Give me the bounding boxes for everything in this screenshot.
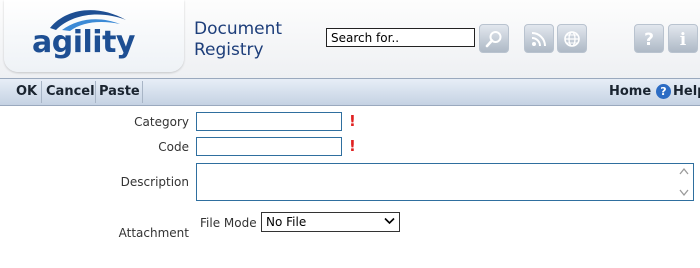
search-button[interactable] (479, 24, 509, 53)
info-icon: i (680, 30, 687, 49)
page-title: Document Registry (194, 19, 282, 61)
help-icon[interactable]: ? (656, 84, 671, 99)
file-mode-label: File Mode (200, 216, 257, 230)
help-question-button[interactable]: ? (634, 24, 664, 53)
app-header: agility Document Registry ? (0, 0, 700, 78)
required-indicator: ! (349, 137, 356, 155)
svg-text:?: ? (644, 30, 654, 49)
page-title-line1: Document (194, 19, 283, 39)
category-input[interactable] (196, 112, 342, 131)
description-label: Description (120, 175, 189, 189)
home-link[interactable]: Home (609, 79, 651, 105)
paste-button[interactable]: Paste (99, 79, 140, 105)
info-button[interactable]: i (668, 24, 698, 53)
page-title-line2: Registry (194, 40, 264, 60)
rss-icon (531, 31, 546, 46)
svg-text:i: i (680, 30, 687, 49)
help-link[interactable]: Help (673, 79, 700, 105)
code-label: Code (158, 140, 189, 154)
category-label: Category (134, 115, 189, 129)
ok-button[interactable]: OK (16, 79, 37, 105)
toolbar-divider (41, 81, 42, 103)
form-area: Category ! Code ! Description Attachment… (0, 106, 700, 268)
search-icon (485, 30, 502, 47)
chevron-down-icon (384, 217, 395, 225)
cancel-button[interactable]: Cancel (46, 79, 95, 105)
file-mode-select[interactable]: No File (261, 212, 400, 232)
question-icon: ? (644, 30, 654, 49)
search-input[interactable] (326, 28, 475, 47)
file-mode-selected: No File (266, 215, 307, 229)
attachment-label: Attachment (118, 226, 189, 240)
description-textarea[interactable] (196, 163, 694, 201)
agility-logo[interactable]: agility (4, 0, 184, 72)
scroll-arrows-icon[interactable] (678, 166, 690, 198)
code-input[interactable] (196, 137, 342, 156)
toolbar: OK Cancel Paste Home ? Help (0, 78, 700, 106)
globe-icon (564, 30, 580, 47)
toolbar-divider (142, 81, 143, 103)
toolbar-divider (95, 81, 96, 103)
globe-button[interactable] (557, 24, 587, 53)
logo-text: agility (32, 25, 135, 60)
rss-button[interactable] (524, 24, 554, 53)
required-indicator: ! (349, 112, 356, 130)
